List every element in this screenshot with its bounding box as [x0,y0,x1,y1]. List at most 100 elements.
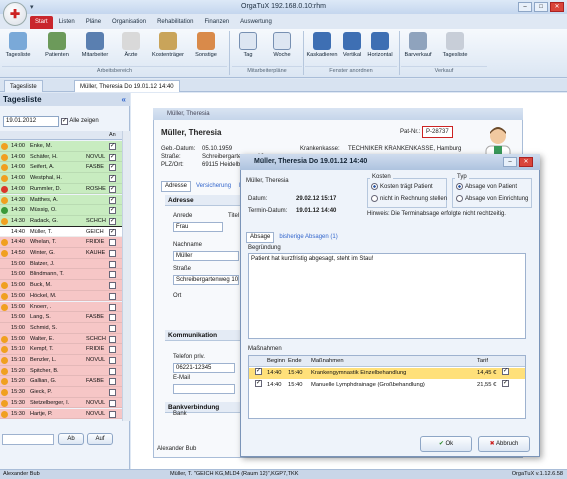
dialog-close-icon[interactable]: ✕ [519,157,533,167]
tab-listen[interactable]: Listen [54,16,80,29]
strasse-input[interactable]: Schreibergartenweg 10 [173,275,239,285]
tab-absage[interactable]: Absage [246,232,275,243]
list-item[interactable]: 14:00 Rummler, D. ROSHE ✓ [0,183,122,195]
tagesliste-button[interactable]: Tagesliste [4,32,32,58]
row-an-checkbox[interactable] [109,271,116,279]
sidebar-scrollbar[interactable] [122,131,130,421]
list-item[interactable]: 14:30 Müssig, O. ✓ [0,205,122,216]
list-item[interactable]: 15:00 Knoerr, . [0,301,122,313]
row-tarif-checkbox[interactable]: ✓ [502,368,509,375]
tag-button[interactable]: Tag [236,32,260,58]
row-an-checkbox[interactable]: ✓ [109,228,116,236]
typ-patient-radio[interactable] [456,183,463,190]
quick-access-toolbar[interactable]: ▾ [30,3,34,11]
row-an-checkbox[interactable] [109,357,116,364]
list-item[interactable]: 15:30 Gieck, P. [0,387,122,398]
list-item[interactable]: 15:00 Lang, S. FASBE [0,312,122,323]
sidebar-search-input[interactable] [2,434,54,445]
kosten-opt1[interactable]: Kosten trägt Patient [371,183,433,190]
email-input[interactable] [173,384,235,394]
row-an-checkbox[interactable] [109,378,116,386]
tab-auswertung[interactable]: Auswertung [235,16,277,29]
list-item[interactable]: 14:30 Radack, G. SCHCH ✓ [0,215,122,227]
verkauf-tagesliste-button[interactable]: Tagesliste [440,32,470,58]
tab-plaene[interactable]: Pläne [81,16,106,29]
dialog-minimize-icon[interactable]: – [503,157,517,167]
row-an-checkbox[interactable] [109,410,116,418]
list-item[interactable]: 14:50 Winter, G. KAUHE [0,248,122,259]
doctab-tagesliste[interactable]: Tagesliste [4,80,43,92]
row-an-checkbox[interactable]: ✓ [109,217,116,225]
list-item[interactable]: 14:30 Matthes, A. ✓ [0,194,122,206]
row-an-checkbox[interactable] [109,292,116,300]
row-an-checkbox[interactable] [109,335,116,343]
list-item[interactable]: 14:00 Enke, M. ✓ [0,141,122,152]
row-an-checkbox[interactable]: ✓ [109,196,116,204]
kosten-patient-radio[interactable] [371,183,378,190]
row-an-checkbox[interactable] [109,282,116,290]
anrede-select[interactable]: Frau [173,222,223,232]
abbruch-button[interactable]: ✖ Abbruch [478,436,530,452]
date-picker[interactable]: 19.01.2012 [3,116,59,127]
patienten-button[interactable]: Patienten [42,32,72,58]
kosten-opt2[interactable]: nicht in Rechnung stellen [371,195,447,202]
mitarbeiter-button[interactable]: Mitarbeiter [78,32,112,58]
ok-button[interactable]: ✔ Ok [420,436,472,452]
list-item[interactable]: 15:00 Walter, E. SCHCH [0,333,122,345]
list-item[interactable]: 15:30 Stetzelberger, I. NOVUL [0,397,122,409]
tab-rehabilitation[interactable]: Rehabilitation [152,16,198,29]
row-an-checkbox[interactable]: ✓ [109,153,116,161]
row-tarif-checkbox[interactable]: ✓ [502,380,509,387]
list-item[interactable]: 15:10 Kempf, T. FRIDIE [0,344,122,355]
row-an-checkbox[interactable]: ✓ [109,175,116,183]
row-an-checkbox[interactable]: ✓ [109,185,116,193]
barverkauf-button[interactable]: Barverkauf [402,32,434,58]
list-item[interactable]: 14:00 Seifert, A. FASBE ✓ [0,162,122,174]
row-an-checkbox[interactable] [109,346,116,354]
list-item[interactable]: 15:20 Spitcher, B. [0,365,122,377]
kosten-nicht-radio[interactable] [371,195,378,202]
tab-bisherige-absagen[interactable]: bisherige Absagen (1) [276,232,340,243]
row-an-checkbox[interactable] [109,260,116,268]
sonstige-button[interactable]: Sonstige [192,32,220,58]
row-an-checkbox[interactable] [109,239,116,247]
list-item[interactable]: 15:30 Hartje, P. NOVUL [0,408,122,420]
list-item[interactable]: 15:00 Blatzer, J. [0,258,122,270]
list-item[interactable]: 15:20 Gallian, G. FASBE [0,376,122,388]
app-logo[interactable]: ✚ [3,2,27,26]
typ-einrichtung-radio[interactable] [456,195,463,202]
show-all-checkbox[interactable]: ✓ [61,118,68,125]
auf-button[interactable]: Auf [87,433,113,445]
row-an-checkbox[interactable] [109,399,116,407]
tab-versicherung[interactable]: Versicherung [193,181,234,192]
list-item[interactable]: 14:40 Müller, T. GEICH ✓ [0,225,123,239]
aerzte-button[interactable]: Ärzte [120,32,142,58]
typ-opt1[interactable]: Absage von Patient [456,183,517,190]
row-an-checkbox[interactable] [109,250,116,257]
list-item[interactable]: 15:10 Benzler, L. NOVUL [0,355,122,366]
table-row[interactable]: ✓ 14:40 15:40 Manuelle Lymphdrainage (Gr… [249,380,525,391]
kaskadieren-button[interactable]: Kaskadieren [306,32,338,58]
tab-adresse[interactable]: Adresse [161,181,192,192]
nachname-input[interactable]: Müller [173,251,239,261]
show-all-toggle[interactable]: ✓ Alle zeigen [61,118,99,125]
row-an-checkbox[interactable]: ✓ [109,207,116,215]
tab-finanzen[interactable]: Finanzen [199,16,234,29]
woche-button[interactable]: Woche [268,32,296,58]
list-item[interactable]: 15:00 Schmid, S. [0,322,122,334]
vertikal-button[interactable]: Vertikal [341,32,363,58]
horizontal-button[interactable]: Horizontal [366,32,394,58]
minimize-icon[interactable]: – [518,2,532,12]
row-an-checkbox[interactable]: ✓ [109,143,116,150]
row-checkbox[interactable]: ✓ [255,368,262,375]
row-an-checkbox[interactable] [109,324,116,332]
typ-opt2[interactable]: Absage von Einrichtung [456,195,528,202]
list-item[interactable]: 15:00 Höckel, M. [0,290,122,302]
list-item[interactable]: 15:00 Buck, M. [0,280,122,291]
kostentraeger-button[interactable]: Kostenträger [150,32,186,58]
list-item[interactable]: 15:00 Blindmann, T. [0,269,122,281]
table-row[interactable]: ✓ 14:40 15:40 Krankengymnastik Einzelbeh… [249,368,525,379]
row-an-checkbox[interactable] [109,314,116,322]
maximize-icon[interactable]: □ [534,2,548,12]
begruendung-textarea[interactable]: Patient hat kurzfristig abgesagt, steht … [248,253,526,339]
